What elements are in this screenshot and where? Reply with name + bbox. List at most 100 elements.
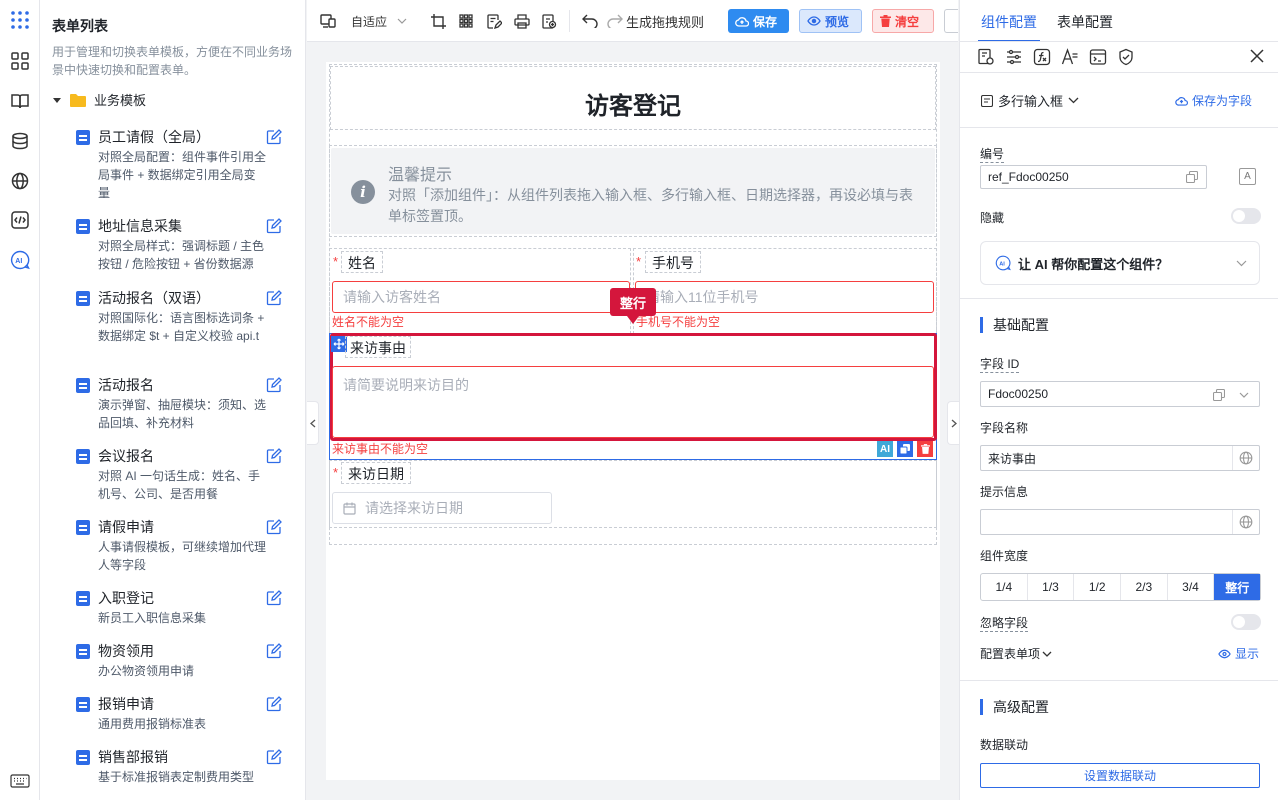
width-option[interactable]: 1/4 bbox=[981, 574, 1028, 600]
editor-toolbar: 自适应 生成拖拽规则 保存 预览 清空 bbox=[307, 0, 958, 42]
clear-button[interactable]: 清空 bbox=[872, 9, 934, 33]
close-icon[interactable] bbox=[1250, 49, 1264, 66]
name-input[interactable]: 请输入访客姓名 bbox=[332, 281, 630, 313]
ai-helper-collapse[interactable]: AI 让 AI 帮你配置这个组件？ bbox=[980, 241, 1260, 285]
device-icon[interactable] bbox=[320, 12, 336, 30]
text-style-icon[interactable] bbox=[1061, 48, 1079, 66]
edit-icon[interactable] bbox=[266, 696, 282, 712]
generate-drag-rules-button[interactable]: 生成拖拽规则 bbox=[607, 12, 704, 30]
ignore-field-toggle[interactable] bbox=[1231, 614, 1261, 630]
show-button[interactable]: 显示 bbox=[1218, 645, 1259, 662]
reason-error: 来访事由不能为空 bbox=[332, 442, 429, 456]
width-option[interactable]: 整行 bbox=[1214, 574, 1261, 600]
chevron-down-icon bbox=[397, 18, 407, 24]
calendar-icon bbox=[343, 502, 356, 515]
edit-icon[interactable] bbox=[266, 590, 282, 606]
edit-icon[interactable] bbox=[266, 749, 282, 765]
save-as-field-button[interactable]: 保存为字段 bbox=[1175, 92, 1252, 109]
config-items-label: 配置表单项 bbox=[980, 647, 1041, 661]
input-divider bbox=[1232, 446, 1233, 470]
edit-icon[interactable] bbox=[266, 218, 282, 234]
date-picker[interactable]: 请选择来访日期 bbox=[332, 492, 552, 524]
edit-icon[interactable] bbox=[266, 377, 282, 393]
database-icon[interactable] bbox=[9, 130, 31, 152]
section-divider bbox=[960, 298, 1280, 299]
form-title[interactable]: 访客登记 bbox=[330, 66, 936, 130]
generate-drag-rules-label: 生成拖拽规则 bbox=[626, 14, 705, 30]
import-icon[interactable] bbox=[542, 12, 557, 30]
toolbar-more-button[interactable] bbox=[944, 9, 958, 33]
hint-input[interactable] bbox=[980, 509, 1260, 535]
script-icon[interactable] bbox=[1089, 48, 1107, 66]
edit-icon[interactable] bbox=[266, 519, 282, 535]
globe-icon[interactable] bbox=[1239, 451, 1253, 465]
book-icon[interactable] bbox=[9, 90, 31, 112]
width-option[interactable]: 1/2 bbox=[1074, 574, 1122, 600]
form-settings-icon[interactable] bbox=[977, 48, 995, 66]
template-description: 演示弹窗、抽屉模块：须知、选品回填、补充材料 bbox=[98, 398, 267, 430]
save-button[interactable]: 保存 bbox=[728, 9, 789, 33]
tab-form-config[interactable]: 表单配置 bbox=[1057, 12, 1113, 32]
device-select[interactable]: 自适应 bbox=[351, 12, 407, 30]
function-icon[interactable] bbox=[1033, 48, 1051, 66]
globe-icon[interactable] bbox=[9, 170, 31, 192]
grid-layout-icon[interactable] bbox=[459, 12, 473, 30]
width-option[interactable]: 2/3 bbox=[1121, 574, 1168, 600]
ai-config-button[interactable]: AI bbox=[877, 441, 893, 457]
copy-icon[interactable] bbox=[1213, 389, 1225, 401]
config-items-toggle[interactable]: 配置表单项 bbox=[980, 645, 1052, 662]
component-type-select[interactable]: 多行输入框 bbox=[981, 91, 1079, 110]
tab-component-config[interactable]: 组件配置 bbox=[981, 12, 1037, 32]
id-input[interactable]: ref_Fdoc00250 bbox=[980, 165, 1207, 189]
globe-icon[interactable] bbox=[1239, 515, 1253, 529]
shield-icon[interactable] bbox=[1117, 48, 1135, 66]
edit-icon[interactable] bbox=[266, 643, 282, 659]
field-id-label: 字段 ID bbox=[980, 357, 1020, 373]
code-icon[interactable] bbox=[9, 209, 31, 231]
chevron-down-icon bbox=[1236, 260, 1247, 267]
font-toggle-icon[interactable]: A bbox=[1239, 168, 1256, 185]
template-name: 物资领用 bbox=[98, 643, 154, 659]
folder-business-templates[interactable]: 业务模板 bbox=[52, 90, 146, 109]
basic-config-section: 基础配置 bbox=[980, 317, 1049, 333]
template-name: 销售部报销 bbox=[98, 749, 168, 765]
collapse-right-handle[interactable] bbox=[947, 401, 959, 445]
edit-icon[interactable] bbox=[266, 448, 282, 464]
preview-button[interactable]: 预览 bbox=[799, 9, 862, 33]
ignore-field-label: 忽略字段 bbox=[980, 616, 1029, 632]
apps-grid-icon[interactable] bbox=[9, 9, 31, 31]
print-icon[interactable] bbox=[514, 12, 530, 30]
template-description: 对照全局配置：组件事件引用全局事件 + 数据绑定引用全局变量 bbox=[98, 150, 267, 200]
edit-icon[interactable] bbox=[266, 290, 282, 306]
phone-input[interactable]: 请输入11位手机号 bbox=[635, 281, 934, 313]
set-linkage-button[interactable]: 设置数据联动 bbox=[980, 763, 1260, 788]
copy-icon[interactable] bbox=[1186, 171, 1198, 183]
delete-component-button[interactable] bbox=[917, 441, 933, 457]
width-option[interactable]: 3/4 bbox=[1168, 574, 1215, 600]
required-mark: * bbox=[333, 254, 339, 269]
copy-component-button[interactable] bbox=[897, 441, 913, 457]
width-option[interactable]: 1/3 bbox=[1028, 574, 1075, 600]
document-icon bbox=[76, 378, 90, 393]
undo-icon[interactable] bbox=[582, 12, 598, 30]
sliders-icon[interactable] bbox=[1005, 48, 1023, 66]
keyboard-icon[interactable] bbox=[9, 770, 31, 792]
document-icon bbox=[76, 591, 90, 606]
ai-assistant-icon[interactable]: AI bbox=[9, 249, 31, 271]
template-list-panel: 表单列表 用于管理和切换表单模板，方便在不同业务场景中快速切换和配置表单。 业务… bbox=[40, 0, 306, 800]
field-id-select[interactable]: Fdoc00250 bbox=[980, 381, 1260, 407]
edit-doc-icon[interactable] bbox=[487, 12, 502, 30]
tip-box[interactable]: i 温馨提示 对照「添加组件」：从组件列表拖入输入框、多行输入框、日期选择器，再… bbox=[331, 148, 935, 234]
edit-icon[interactable] bbox=[266, 129, 282, 145]
components-icon[interactable] bbox=[9, 50, 31, 72]
name-label: 姓名 bbox=[341, 251, 383, 273]
hidden-toggle[interactable] bbox=[1231, 208, 1261, 224]
crop-icon[interactable] bbox=[431, 12, 446, 30]
reason-textarea[interactable]: 请简要说明来访目的 bbox=[332, 366, 934, 438]
field-name-input[interactable]: 来访事由 bbox=[980, 445, 1260, 471]
save-label: 保存 bbox=[753, 14, 778, 29]
collapse-left-handle[interactable] bbox=[307, 401, 319, 445]
template-name: 请假申请 bbox=[98, 519, 154, 535]
caret-down-icon bbox=[53, 97, 61, 103]
document-icon bbox=[76, 219, 90, 234]
